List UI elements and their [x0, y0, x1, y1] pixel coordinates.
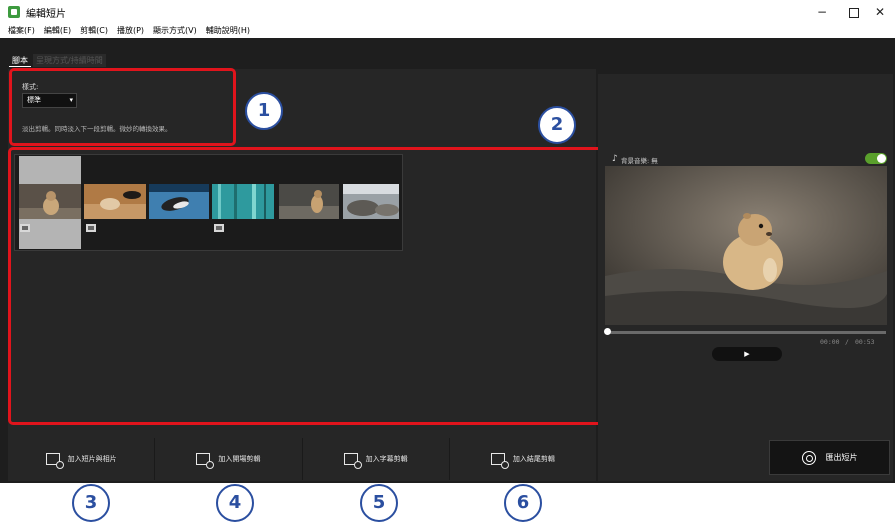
add-opening-button[interactable]: 加入開場剪輯 [155, 438, 303, 480]
total-time: 00:53 [855, 338, 875, 346]
export-movie-button[interactable]: 匯出短片 [769, 440, 890, 475]
tab-presentation-duration[interactable]: 呈現方式/持續時間 [33, 54, 106, 67]
film-reel-icon [801, 450, 816, 465]
current-time: 00:00 [820, 338, 840, 346]
menu-bar: 檔案(F) 編輯(E) 剪輯(C) 播放(P) 顯示方式(V) 輔助說明(H) [0, 24, 895, 38]
callout-3: 3 [72, 484, 110, 522]
add-opening-icon [196, 453, 215, 469]
close-button[interactable]: ✕ [864, 2, 895, 22]
add-caption-button[interactable]: 加入字幕剪輯 [303, 438, 450, 480]
add-ending-label: 加入結尾剪輯 [512, 455, 555, 463]
app-icon [8, 6, 20, 18]
menu-edit[interactable]: 編輯(E) [44, 24, 71, 38]
callout-6: 6 [504, 484, 542, 522]
seek-bar[interactable] [606, 331, 886, 334]
window-title-bar [0, 0, 895, 24]
callout-2: 2 [538, 106, 576, 144]
timeline-section-highlight [8, 147, 604, 425]
preview-image-prairie-dog [605, 166, 887, 325]
add-clip-toolbar: 加入短片與相片 加入開場剪輯 加入字幕剪輯 加入結尾剪輯 [8, 438, 596, 480]
add-ending-button[interactable]: 加入結尾剪輯 [450, 438, 596, 480]
minimize-button[interactable]: − [806, 2, 838, 22]
time-separator: / [845, 338, 849, 346]
callout-4: 4 [216, 484, 254, 522]
add-caption-label: 加入字幕剪輯 [365, 455, 408, 463]
export-movie-label: 匯出短片 [825, 453, 858, 462]
callout-1: 1 [245, 92, 283, 130]
background-music-label: 背景音樂: 無 [621, 157, 658, 165]
add-ending-icon [490, 453, 509, 469]
tab-bar: 腳本 呈現方式/持續時間 [9, 54, 108, 67]
seek-handle[interactable] [604, 328, 611, 335]
video-preview [605, 166, 887, 325]
play-icon: ▶ [744, 350, 750, 358]
menu-help[interactable]: 輔助說明(H) [206, 24, 250, 38]
tab-script[interactable]: 腳本 [9, 54, 31, 67]
callout-5: 5 [360, 484, 398, 522]
menu-view[interactable]: 顯示方式(V) [153, 24, 197, 38]
menu-playback[interactable]: 播放(P) [117, 24, 144, 38]
audio-toggle[interactable] [865, 153, 887, 164]
add-media-icon [45, 453, 64, 469]
menu-clip[interactable]: 剪輯(C) [80, 24, 108, 38]
music-note-icon: ♪ [612, 154, 618, 164]
maximize-icon [849, 7, 859, 18]
play-button[interactable]: ▶ [712, 347, 782, 361]
add-caption-icon [343, 453, 362, 469]
add-media-button[interactable]: 加入短片與相片 [8, 438, 156, 480]
add-opening-label: 加入開場剪輯 [218, 455, 261, 463]
add-media-label: 加入短片與相片 [67, 455, 117, 463]
menu-file[interactable]: 檔案(F) [8, 24, 35, 38]
style-section-highlight [9, 68, 236, 146]
window-title: 編輯短片 [26, 9, 66, 20]
